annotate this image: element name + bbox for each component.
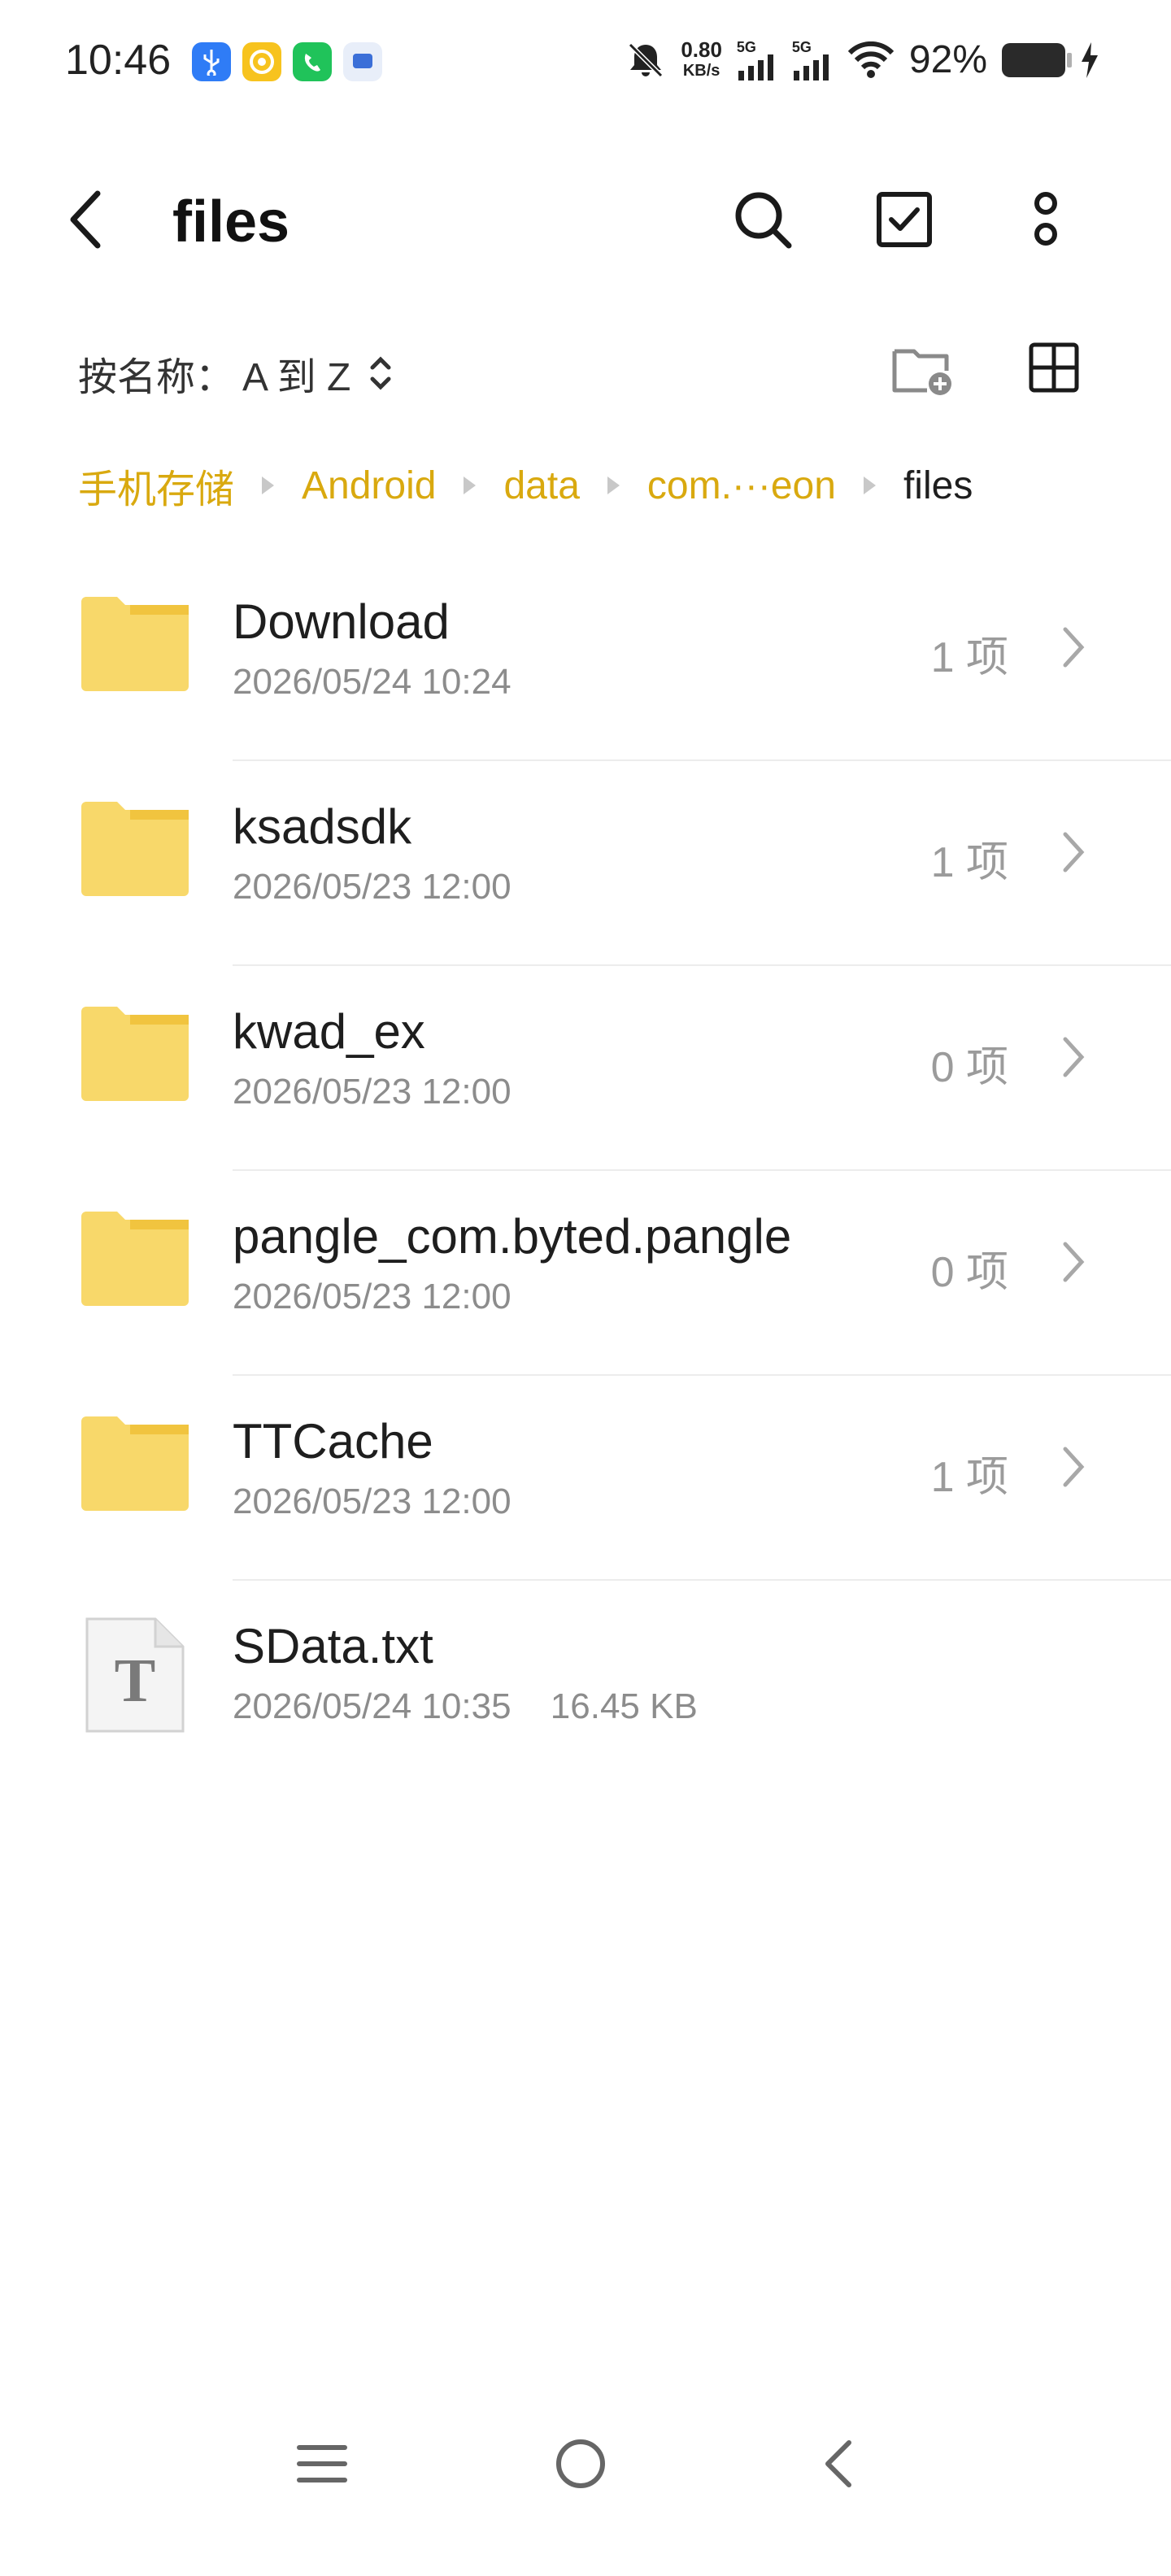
signal-bars-icon: [793, 54, 829, 80]
text-file-icon: T: [85, 1617, 185, 1733]
app-notification-icon: [242, 42, 281, 81]
breadcrumb: 手机存储 Android data com.···eon files: [78, 457, 973, 514]
item-name: ksadsdk: [233, 799, 412, 854]
chevron-right-icon: [1063, 1447, 1085, 1487]
nav-back-button[interactable]: [805, 2431, 870, 2496]
home-circle-icon: [556, 2439, 605, 2488]
item-name: TTCache: [233, 1414, 433, 1469]
search-button[interactable]: [730, 187, 795, 252]
breadcrumb-separator-icon: [607, 476, 620, 494]
item-name: pangle_com.byted.pangle: [233, 1209, 792, 1264]
sort-value: A 到 Z: [242, 356, 351, 399]
item-count: 0 项: [930, 1249, 1008, 1296]
item-date: 2026/05/23 12:00: [233, 1482, 511, 1521]
item-count: 1 项: [930, 839, 1008, 886]
item-date: 2026/05/23 12:00: [233, 1277, 511, 1316]
folder-icon: [81, 597, 189, 691]
signal-1-label: 5G: [736, 38, 756, 55]
breadcrumb-data[interactable]: data: [503, 463, 579, 508]
chevron-right-icon: [1063, 1037, 1085, 1077]
item-name: SData.txt: [233, 1619, 433, 1673]
breadcrumb-current: files: [903, 463, 973, 507]
list-item[interactable]: ksadsdk 2026/05/23 12:00 1 项: [0, 761, 1171, 966]
page-title: files: [172, 189, 290, 255]
new-folder-icon: [892, 349, 951, 395]
phone-app-icon: [293, 42, 332, 81]
new-folder-button[interactable]: [891, 345, 956, 401]
item-date: 2026/05/24 10:35: [233, 1686, 511, 1726]
recent-apps-button[interactable]: [289, 2431, 355, 2496]
folder-icon: [81, 1007, 189, 1101]
app-badge-icon: [343, 42, 382, 81]
signal-bars-icon: [738, 54, 773, 80]
battery-icon: [1002, 42, 1072, 77]
folder-icon: [81, 1416, 189, 1511]
network-speed-value: 0.80: [681, 37, 722, 62]
sort-selector[interactable]: 按名称： A 到 Z: [78, 345, 393, 402]
item-date: 2026/05/24 10:24: [233, 662, 511, 702]
item-count: 1 项: [930, 1454, 1008, 1501]
status-time: 10:46: [65, 37, 172, 84]
grid-view-icon: [1029, 342, 1079, 393]
mute-bell-icon: [629, 42, 664, 77]
grid-view-button[interactable]: [1028, 342, 1080, 398]
list-item[interactable]: Download 2026/05/24 10:24 1 项: [0, 556, 1171, 761]
status-icons-right: 0.80 KB/s 5G 5G 92%: [625, 37, 1099, 82]
multi-select-button[interactable]: [872, 187, 937, 252]
sort-label: 按名称：: [78, 356, 235, 399]
list-item[interactable]: pangle_com.byted.pangle 2026/05/23 12:00…: [0, 1171, 1171, 1376]
search-icon: [735, 192, 792, 249]
breadcrumb-separator-icon: [464, 476, 477, 494]
item-name: Download: [233, 594, 450, 649]
back-button[interactable]: [65, 187, 114, 252]
checkbox-icon: [877, 192, 932, 247]
wifi-icon: [847, 41, 895, 78]
breadcrumb-android[interactable]: Android: [302, 463, 436, 508]
folder-icon: [81, 1212, 189, 1306]
folder-icon: [81, 802, 189, 896]
signal-1: 5G: [737, 40, 777, 80]
item-meta: 2026/05/24 10:35 16.45 KB: [233, 1686, 698, 1727]
sort-toggle-icon: [370, 356, 391, 390]
breadcrumb-separator-icon: [262, 476, 275, 494]
notification-icons: [192, 42, 382, 81]
item-count: 0 项: [930, 1044, 1008, 1091]
item-date: 2026/05/23 12:00: [233, 867, 511, 907]
breadcrumb-package[interactable]: com.···eon: [647, 463, 836, 508]
item-date: 2026/05/23 12:00: [233, 1072, 511, 1112]
signal-2: 5G: [792, 40, 833, 80]
breadcrumb-separator-icon: [863, 476, 876, 494]
battery-percent: 92%: [908, 38, 987, 81]
home-button[interactable]: [548, 2431, 613, 2496]
breadcrumb-phone-storage[interactable]: 手机存储: [78, 457, 234, 514]
item-name: kwad_ex: [233, 1004, 425, 1059]
signal-2-label: 5G: [791, 38, 812, 55]
network-speed: 0.80 KB/s: [681, 39, 722, 81]
more-dots-icon: [1034, 192, 1057, 246]
menu-icon: [297, 2445, 347, 2482]
back-triangle-icon: [825, 2440, 851, 2487]
back-arrow-icon: [70, 190, 101, 249]
usb-icon: [192, 42, 231, 81]
svg-text:T: T: [115, 1647, 156, 1715]
chevron-right-icon: [1063, 832, 1085, 872]
chevron-right-icon: [1063, 627, 1085, 668]
more-options-button[interactable]: [1013, 187, 1078, 252]
network-speed-unit: KB/s: [682, 61, 720, 80]
item-size: 16.45 KB: [550, 1686, 698, 1726]
list-item[interactable]: kwad_ex 2026/05/23 12:00 0 项: [0, 966, 1171, 1171]
list-item[interactable]: T SData.txt 2026/05/24 10:35 16.45 KB: [0, 1581, 1171, 1786]
item-count: 1 项: [930, 634, 1008, 681]
chevron-right-icon: [1063, 1242, 1085, 1282]
charging-icon: [1082, 41, 1098, 78]
list-item[interactable]: TTCache 2026/05/23 12:00 1 项: [0, 1376, 1171, 1581]
